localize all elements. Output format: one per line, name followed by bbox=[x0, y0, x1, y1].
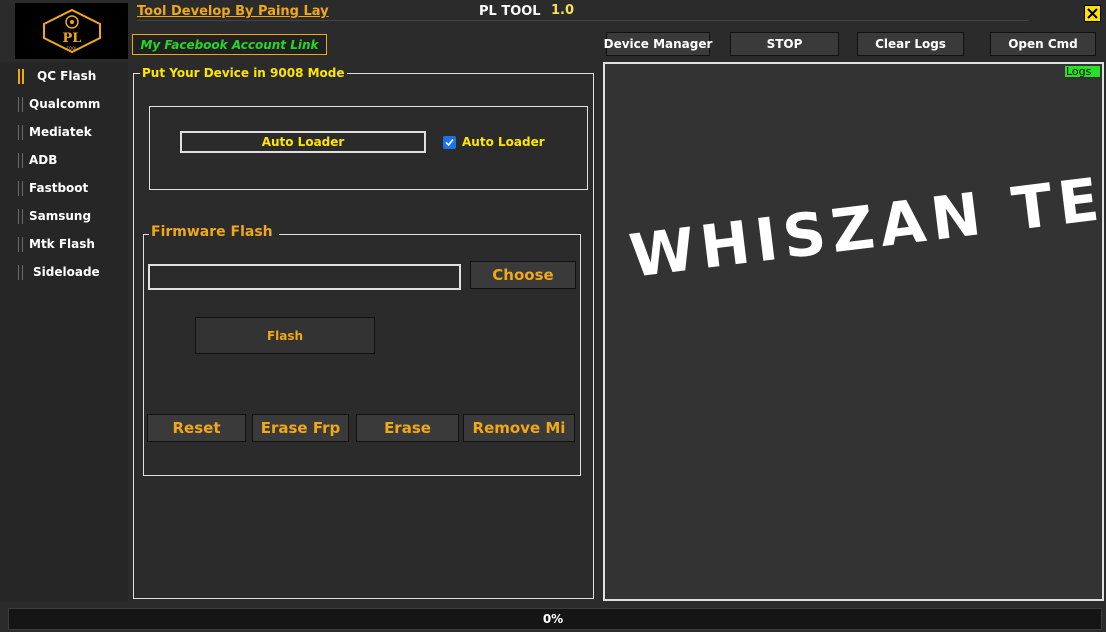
sidebar-item-label: Mediatek bbox=[29, 125, 92, 139]
nav-indicator bbox=[18, 153, 19, 168]
nav-indicator bbox=[18, 209, 19, 224]
firmware-flash-title: Firmware Flash bbox=[149, 224, 279, 240]
nav-indicator bbox=[18, 181, 19, 196]
nav-indicator bbox=[22, 69, 24, 84]
app-name: PL TOOL bbox=[479, 4, 541, 19]
sidebar-item-qc-flash[interactable]: QC Flash bbox=[15, 65, 128, 89]
nav-indicator bbox=[22, 265, 23, 280]
sidebar-item-label: Fastboot bbox=[29, 181, 89, 195]
panel-title: Put Your Device in 9008 Mode bbox=[140, 66, 347, 80]
sidebar-item-label: Mtk Flash bbox=[29, 237, 95, 251]
progress-text: 0% bbox=[542, 612, 564, 626]
reset-button[interactable]: Reset bbox=[147, 414, 246, 442]
sidebar-item-label: QC Flash bbox=[37, 69, 97, 83]
nav-indicator bbox=[22, 153, 23, 168]
nav-indicator bbox=[22, 237, 23, 252]
erase-button[interactable]: Erase bbox=[356, 414, 459, 442]
nav-indicator bbox=[18, 69, 20, 84]
open-cmd-button[interactable]: Open Cmd bbox=[990, 32, 1096, 56]
sidebar-item-sideloade[interactable]: Sideloade bbox=[15, 261, 128, 285]
erase-frp-button[interactable]: Erase Frp bbox=[252, 414, 349, 442]
sidebar-item-samsung[interactable]: Samsung bbox=[15, 205, 128, 229]
stop-button[interactable]: STOP bbox=[730, 32, 839, 56]
sidebar-item-label: Qualcomm bbox=[29, 97, 101, 111]
nav-indicator bbox=[18, 237, 19, 252]
clear-logs-button[interactable]: Clear Logs bbox=[857, 32, 964, 56]
sidebar-item-qualcomm[interactable]: Qualcomm bbox=[15, 93, 128, 117]
sidebar-item-fastboot[interactable]: Fastboot bbox=[15, 177, 128, 201]
sidebar-item-mtk-flash[interactable]: Mtk Flash bbox=[15, 233, 128, 257]
title-divider bbox=[137, 20, 1029, 21]
logo-emblem-icon: PL TOOL bbox=[42, 8, 101, 54]
close-icon bbox=[1087, 8, 1098, 19]
nav-indicator bbox=[22, 209, 23, 224]
nav-indicator bbox=[18, 97, 19, 112]
nav-indicator bbox=[22, 125, 23, 140]
close-button[interactable] bbox=[1084, 5, 1101, 22]
remove-mi-button[interactable]: Remove Mi bbox=[463, 414, 575, 442]
app-logo: PL TOOL bbox=[15, 3, 128, 59]
device-manager-button[interactable]: Device Manager bbox=[604, 32, 712, 56]
nav-indicator bbox=[22, 97, 23, 112]
checkmark-icon bbox=[445, 138, 454, 147]
logo-text: PL bbox=[62, 31, 81, 46]
facebook-link-button[interactable]: My Facebook Account Link bbox=[132, 34, 327, 55]
nav-indicator bbox=[18, 265, 19, 280]
logs-badge: Logs bbox=[1065, 66, 1100, 77]
flash-button[interactable]: Flash bbox=[195, 317, 375, 354]
sidebar-item-label: Sideloade bbox=[33, 265, 100, 279]
choose-button[interactable]: Choose bbox=[470, 261, 576, 289]
nav-indicator bbox=[22, 181, 23, 196]
app-version: 1.0 bbox=[551, 3, 575, 18]
auto-loader-checkbox-label[interactable]: Auto Loader bbox=[462, 135, 545, 149]
firmware-path-input[interactable] bbox=[148, 264, 461, 290]
sidebar-item-adb[interactable]: ADB bbox=[15, 149, 128, 173]
sidebar-item-label: Samsung bbox=[29, 209, 92, 223]
logo-subtext: TOOL bbox=[65, 46, 78, 51]
auto-loader-checkbox[interactable] bbox=[443, 136, 456, 149]
sidebar-item-mediatek[interactable]: Mediatek bbox=[15, 121, 128, 145]
sidebar-item-label: ADB bbox=[29, 153, 58, 167]
developer-link[interactable]: Tool Develop By Paing Lay bbox=[137, 4, 329, 19]
auto-loader-button[interactable]: Auto Loader bbox=[180, 131, 426, 153]
nav-indicator bbox=[18, 125, 19, 140]
log-output-panel[interactable] bbox=[603, 62, 1104, 601]
